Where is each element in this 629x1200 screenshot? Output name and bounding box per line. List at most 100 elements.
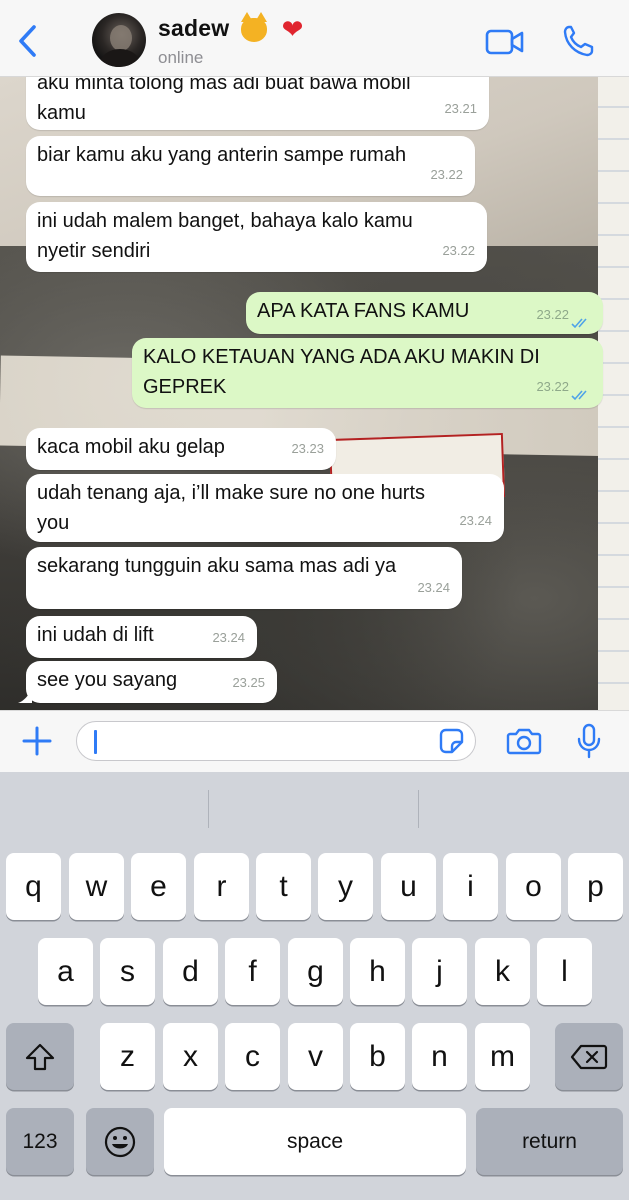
message-text: aku minta tolong mas adi buat bawa mobil [37, 76, 411, 94]
message-time: 23.23 [291, 441, 324, 456]
message-input[interactable] [76, 721, 476, 761]
message-text: biar kamu aku yang anterin sampe rumah [37, 144, 407, 166]
heart-on-fire-emoji: ❤ [281, 14, 304, 44]
message-time: 23.21 [444, 101, 477, 116]
message-bubble-outgoing[interactable]: KALO KETAUAN YANG ADA AKU MAKIN DI GEPRE… [132, 338, 603, 408]
shift-key[interactable] [6, 1023, 74, 1090]
contact-name[interactable]: sadew [158, 15, 229, 42]
avatar-body [100, 49, 140, 67]
key-d[interactable]: d [163, 938, 218, 1005]
key-u[interactable]: u [381, 853, 436, 920]
message-text: KALO KETAUAN YANG ADA AKU MAKIN DI [143, 346, 540, 368]
camera-icon [506, 728, 542, 755]
microphone-button[interactable] [576, 723, 602, 759]
key-w[interactable]: w [69, 853, 124, 920]
message-bubble-incoming[interactable]: udah tenang aja, i’ll make sure no one h… [26, 474, 504, 542]
chevron-left-icon [19, 25, 36, 57]
numbers-key[interactable]: 123 [6, 1108, 74, 1175]
key-h[interactable]: h [350, 938, 405, 1005]
message-time: 23.22 [536, 307, 569, 322]
attach-button[interactable] [22, 726, 52, 756]
message-bubble-incoming[interactable]: ini udah malem banget, bahaya kalo kamu … [26, 202, 487, 272]
backspace-icon [570, 1044, 608, 1069]
suggestion-divider [418, 790, 419, 828]
message-bubble-outgoing[interactable]: APA KATA FANS KAMU 23.22 [246, 292, 603, 334]
avatar[interactable] [92, 13, 146, 67]
key-v[interactable]: v [288, 1023, 343, 1090]
key-i[interactable]: i [443, 853, 498, 920]
message-bubble-incoming[interactable]: biar kamu aku yang anterin sampe rumah 2… [26, 136, 475, 196]
contact-status: online [158, 48, 204, 67]
message-text: nyetir sendiri [37, 240, 151, 262]
camera-button[interactable] [506, 726, 542, 756]
key-s[interactable]: s [100, 938, 155, 1005]
message-time: 23.22 [536, 379, 569, 394]
key-x[interactable]: x [163, 1023, 218, 1090]
key-l[interactable]: l [537, 938, 592, 1005]
message-text: see you sayang [37, 669, 178, 691]
video-call-button[interactable] [485, 28, 525, 56]
message-time: 23.25 [232, 675, 265, 690]
key-m[interactable]: m [475, 1023, 530, 1090]
read-receipt-icon [571, 318, 587, 329]
back-button[interactable] [14, 24, 44, 58]
chat-area[interactable]: aku minta tolong mas adi buat bawa mobil… [0, 76, 629, 710]
backspace-key[interactable] [555, 1023, 623, 1090]
message-text: sekarang tungguin aku sama mas adi ya [37, 555, 397, 577]
angry-cat-emoji [241, 11, 267, 42]
contact-emoji: ❤ [241, 11, 304, 45]
emoji-icon [104, 1126, 136, 1157]
key-j[interactable]: j [412, 938, 467, 1005]
message-bubble-incoming[interactable]: sekarang tungguin aku sama mas adi ya 23… [26, 547, 462, 609]
suggestion-divider [208, 790, 209, 828]
phone-icon [563, 25, 594, 57]
message-time: 23.24 [212, 630, 245, 645]
message-text: you [37, 512, 70, 534]
key-o[interactable]: o [506, 853, 561, 920]
read-receipt-icon [571, 390, 587, 401]
message-time: 23.22 [430, 167, 463, 182]
key-n[interactable]: n [412, 1023, 467, 1090]
message-time: 23.24 [417, 580, 450, 595]
emoji-key[interactable] [86, 1108, 154, 1175]
message-text: udah tenang aja, i’ll make sure no one h… [37, 482, 426, 504]
microphone-icon [577, 723, 601, 759]
keyboard: q w e r t y u i o p a s d f g h j k l z … [0, 772, 629, 1200]
key-k[interactable]: k [475, 938, 530, 1005]
avatar-face [110, 25, 132, 51]
key-z[interactable]: z [100, 1023, 155, 1090]
shift-icon [25, 1043, 55, 1070]
sticker-button[interactable] [438, 728, 464, 754]
key-b[interactable]: b [350, 1023, 405, 1090]
predictive-text-bar [0, 772, 629, 840]
chat-header: sadew ❤ online [0, 0, 629, 77]
key-r[interactable]: r [194, 853, 249, 920]
key-c[interactable]: c [225, 1023, 280, 1090]
message-text: ini udah malem banget, bahaya kalo kamu [37, 210, 413, 232]
video-camera-icon [485, 29, 524, 55]
message-time: 23.24 [459, 513, 492, 528]
key-q[interactable]: q [6, 853, 61, 920]
message-text: kaca mobil aku gelap [37, 436, 225, 458]
message-text: GEPREK [143, 376, 227, 398]
text-caret [94, 730, 97, 754]
key-t[interactable]: t [256, 853, 311, 920]
voice-call-button[interactable] [562, 24, 594, 58]
message-text: kamu [37, 102, 86, 124]
key-f[interactable]: f [225, 938, 280, 1005]
message-bubble-incoming[interactable]: see you sayang 23.25 [18, 661, 277, 703]
message-bubble-incoming[interactable]: kaca mobil aku gelap 23.23 [26, 428, 336, 470]
message-time: 23.22 [442, 243, 475, 258]
key-e[interactable]: e [131, 853, 186, 920]
message-bubble-incoming[interactable]: aku minta tolong mas adi buat bawa mobil… [26, 76, 489, 130]
sticker-icon [439, 728, 464, 754]
key-y[interactable]: y [318, 853, 373, 920]
space-key[interactable]: space [164, 1108, 466, 1175]
key-a[interactable]: a [38, 938, 93, 1005]
return-key[interactable]: return [476, 1108, 623, 1175]
key-p[interactable]: p [568, 853, 623, 920]
message-bubble-incoming[interactable]: ini udah di lift 23.24 [26, 616, 257, 658]
bubble-tail [18, 689, 32, 703]
key-g[interactable]: g [288, 938, 343, 1005]
message-input-bar [0, 710, 629, 773]
